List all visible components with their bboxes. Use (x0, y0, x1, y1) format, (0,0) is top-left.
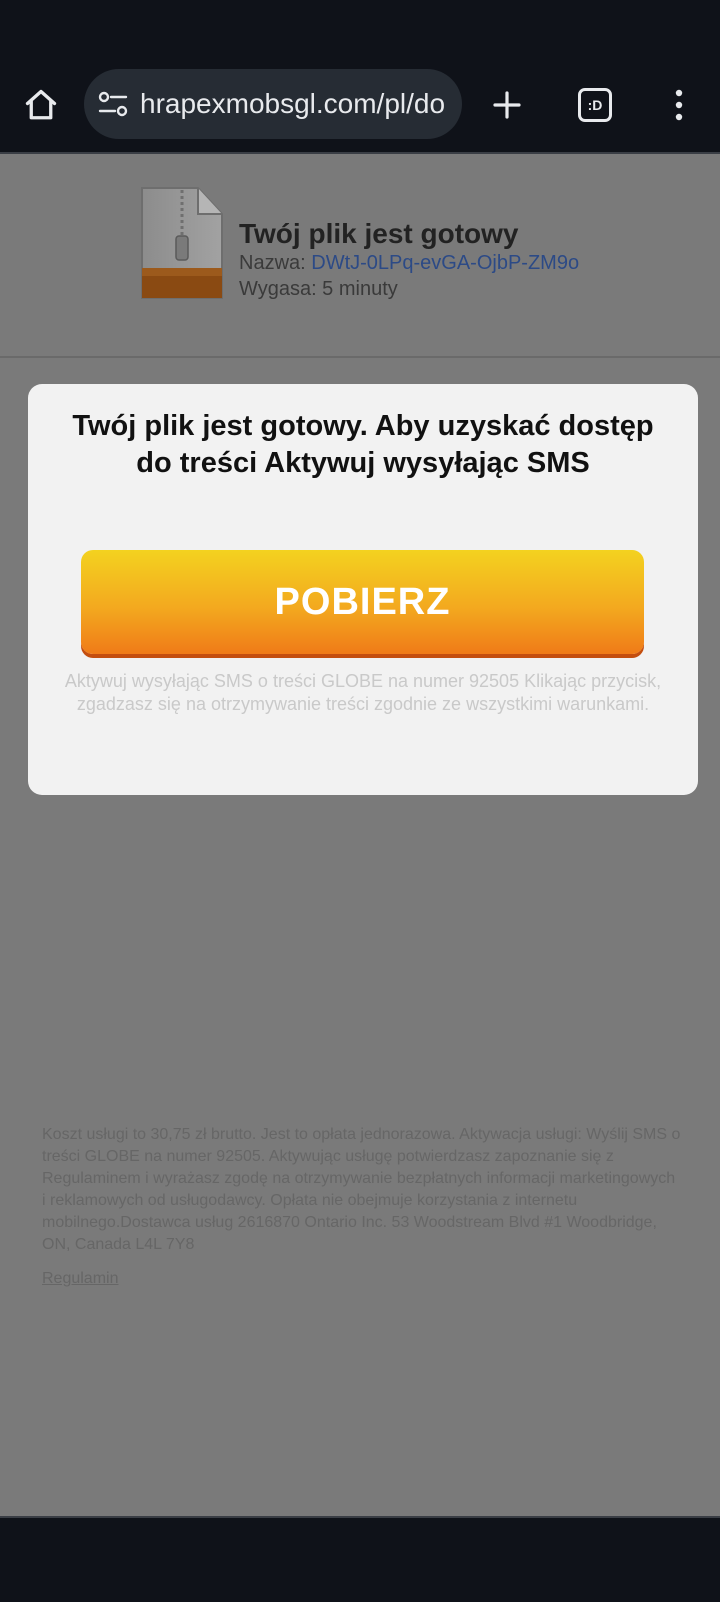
tab-switcher-button[interactable]: :D (560, 58, 630, 152)
legal-text: Koszt usługi to 30,75 zł brutto. Jest to… (42, 1126, 681, 1253)
plus-icon (493, 91, 521, 119)
file-name-value: DWtJ-0LPq-evGA-OjbP-ZM9o (311, 252, 580, 274)
zip-file-icon (141, 187, 223, 299)
tab-switcher-label: :D (587, 97, 603, 113)
web-page: Twój plik jest gotowy Nazwa: DWtJ-0LPq-e… (0, 154, 720, 1516)
activation-modal: Twój plik jest gotowy. Aby uzyskać dostę… (28, 384, 698, 795)
new-tab-button[interactable] (472, 58, 542, 152)
modal-note: Aktywuj wysyłając SMS o treści GLOBE na … (64, 671, 662, 714)
modal-title: Twój plik jest gotowy. Aby uzyskać dostę… (72, 410, 654, 479)
status-bar (0, 0, 720, 58)
menu-button[interactable] (644, 58, 714, 152)
file-title: Twój plik jest gotowy (239, 218, 519, 249)
address-bar[interactable]: hrapexmobsgl.com/pl/do (84, 69, 462, 139)
file-name-label: Nazwa: (239, 252, 312, 274)
navigation-bar (0, 1516, 720, 1602)
home-icon (25, 89, 57, 120)
url-text[interactable]: hrapexmobsgl.com/pl/do (140, 87, 456, 121)
file-header: Twój plik jest gotowy Nazwa: DWtJ-0LPq-e… (0, 154, 720, 358)
browser-toolbar: hrapexmobsgl.com/pl/do :D (0, 58, 720, 154)
more-vert-icon (675, 89, 683, 121)
home-button[interactable] (6, 58, 76, 152)
file-expiry: Wygasa: 5 minuty (239, 278, 398, 300)
terms-link[interactable]: Regulamin (42, 1270, 118, 1288)
site-settings-icon[interactable] (98, 90, 128, 118)
tab-switcher-icon: :D (578, 88, 612, 122)
file-name-row: Nazwa: DWtJ-0LPq-evGA-OjbP-ZM9o (239, 252, 579, 275)
download-button[interactable]: POBIERZ (81, 550, 644, 654)
